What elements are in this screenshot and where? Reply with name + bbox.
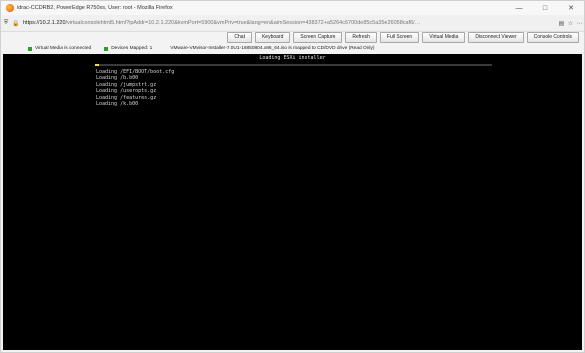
bookmark-star-icon[interactable]: ☆ — [566, 20, 575, 27]
console-title: Loading ESXi installer — [259, 55, 326, 61]
window-controls: — □ ✕ — [506, 1, 584, 15]
url-actions: ▤ ☆ ⋯ — [557, 15, 584, 31]
devices-mapped-status: Devices Mapped: 1 — [104, 46, 152, 51]
keyboard-button[interactable]: Keyboard — [254, 32, 291, 43]
address-bar[interactable]: ⛨ 🔒 https://10.2.1.220/virtualconsolehtm… — [1, 15, 584, 32]
boot-log: Loading /EFI/BOOT/boot.cfg Loading /b.b00… — [96, 69, 174, 107]
iso-mapping-text: VMware-VMvisor-Installer-7.0U1-16850804.… — [170, 46, 375, 51]
title-bar: idrac-CCDRB2, PowerEdge R750xs, User: ro… — [1, 1, 584, 15]
devices-mapped-text: Devices Mapped: 1 — [111, 46, 153, 51]
chat-button[interactable]: Chat — [227, 32, 252, 43]
url-host: https://10.2.1.220 — [23, 20, 66, 26]
virtual-media-status: Virtual Media is connected — [28, 46, 91, 51]
browser-window: idrac-CCDRB2, PowerEdge R750xs, User: ro… — [0, 0, 585, 353]
full-screen-button[interactable]: Full Screen — [379, 32, 420, 43]
minimize-icon[interactable]: — — [506, 1, 532, 15]
console-toolbar: Chat Keyboard Screen Capture Refresh Ful… — [1, 31, 584, 44]
close-icon[interactable]: ✕ — [558, 1, 584, 15]
status-indicator-icon — [104, 46, 109, 51]
more-icon[interactable]: ⋯ — [575, 20, 584, 27]
status-indicator-icon — [28, 46, 32, 51]
shield-icon[interactable]: ⛨ — [1, 15, 11, 31]
virtual-media-status-text: Virtual Media is connected — [35, 46, 92, 51]
status-line: Virtual Media is connected Devices Mappe… — [1, 44, 584, 53]
disconnect-viewer-button[interactable]: Disconnect Viewer — [468, 32, 524, 43]
reader-icon[interactable]: ▤ — [557, 20, 566, 27]
loading-progress-cursor — [95, 64, 98, 66]
maximize-icon[interactable]: □ — [532, 1, 558, 15]
url-field[interactable]: https://10.2.1.220/virtualconsolehtml5.h… — [23, 20, 493, 26]
firefox-icon — [6, 4, 14, 12]
boot-log-line: Loading /k.b00 — [96, 101, 139, 108]
virtual-media-button[interactable]: Virtual Media — [422, 32, 466, 43]
loading-progress-bar — [95, 64, 492, 66]
virtual-console-screen[interactable]: Loading ESXi installer Loading /EFI/BOOT… — [3, 54, 582, 350]
iso-mapping-status: VMware-VMvisor-Installer-7.0U1-16850804.… — [170, 46, 374, 51]
url-path: /virtualconsolehtml5.html?ipAddr=10.2.1.… — [65, 20, 421, 26]
console-controls-button[interactable]: Console Controls — [526, 32, 579, 43]
lock-warning-icon[interactable]: 🔒 — [11, 15, 21, 31]
refresh-button[interactable]: Refresh — [345, 32, 377, 43]
window-title: idrac-CCDRB2, PowerEdge R750xs, User: ro… — [17, 5, 173, 11]
screen-capture-button[interactable]: Screen Capture — [293, 32, 343, 43]
